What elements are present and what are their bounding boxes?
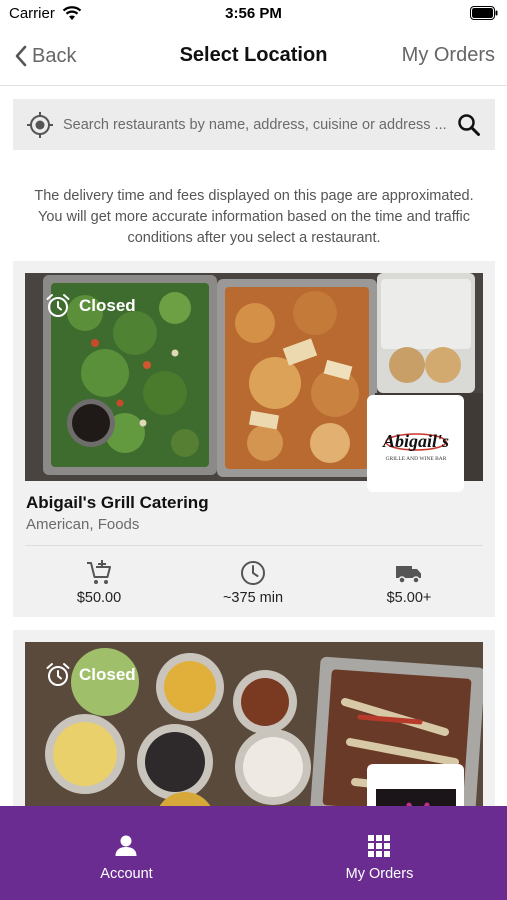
closed-label: Closed [79, 665, 136, 684]
min-order-value: $50.00 [76, 590, 122, 606]
restaurant-cuisine: American, Foods [26, 516, 140, 533]
nav-bar: Back Select Location My Orders [0, 30, 507, 80]
battery-icon [470, 6, 498, 20]
tab-account-label: Account [100, 866, 153, 882]
abigails-logo: Abigail's GRILLE AND WINE BAR [381, 431, 448, 462]
closed-badge: Closed [45, 662, 136, 688]
back-label: Back [32, 44, 77, 67]
restaurant-card[interactable]: Closed [13, 630, 495, 830]
alarm-clock-icon [46, 663, 70, 686]
alarm-clock-icon [46, 294, 70, 317]
card-divider [25, 545, 483, 546]
delivery-time-stat: ~375 min [188, 559, 318, 606]
tab-my-orders-label: My Orders [345, 866, 414, 882]
grid-icon [368, 835, 390, 857]
person-icon [115, 835, 137, 856]
clock-icon [241, 561, 265, 585]
min-order-stat: $50.00 [34, 559, 164, 606]
search-icon[interactable] [457, 113, 481, 137]
restaurant-card[interactable]: Closed Abigail's GRILLE AND WINE BAR Abi… [13, 261, 495, 617]
search-bar [13, 99, 495, 150]
status-bar: Carrier 3:56 PM [0, 0, 507, 28]
nav-divider [0, 85, 507, 86]
delivery-notice: The delivery time and fees displayed on … [34, 188, 474, 246]
chevron-left-icon [15, 45, 27, 67]
search-input[interactable] [63, 116, 449, 133]
restaurant-logo: Abigail's GRILLE AND WINE BAR [367, 395, 464, 492]
tab-account[interactable]: Account [0, 806, 253, 900]
delivery-fee-stat: $5.00+ [344, 559, 474, 606]
tab-bar: Account My Orders [0, 806, 507, 900]
my-orders-link[interactable]: My Orders [402, 44, 495, 67]
locate-icon[interactable] [26, 111, 54, 139]
restaurant-name: Abigail's Grill Catering [26, 493, 209, 512]
back-button[interactable]: Back [14, 42, 76, 70]
tab-my-orders[interactable]: My Orders [253, 806, 506, 900]
truck-icon [396, 566, 421, 584]
svg-text:Abigail's: Abigail's [381, 431, 448, 451]
delivery-fee-value: $5.00+ [386, 590, 432, 606]
cart-add-icon [87, 560, 111, 584]
svg-text:GRILLE AND WINE BAR: GRILLE AND WINE BAR [385, 456, 446, 462]
delivery-time-value: ~375 min [222, 590, 284, 606]
closed-label: Closed [79, 296, 136, 315]
clock: 3:56 PM [225, 5, 282, 22]
closed-badge: Closed [45, 293, 136, 319]
